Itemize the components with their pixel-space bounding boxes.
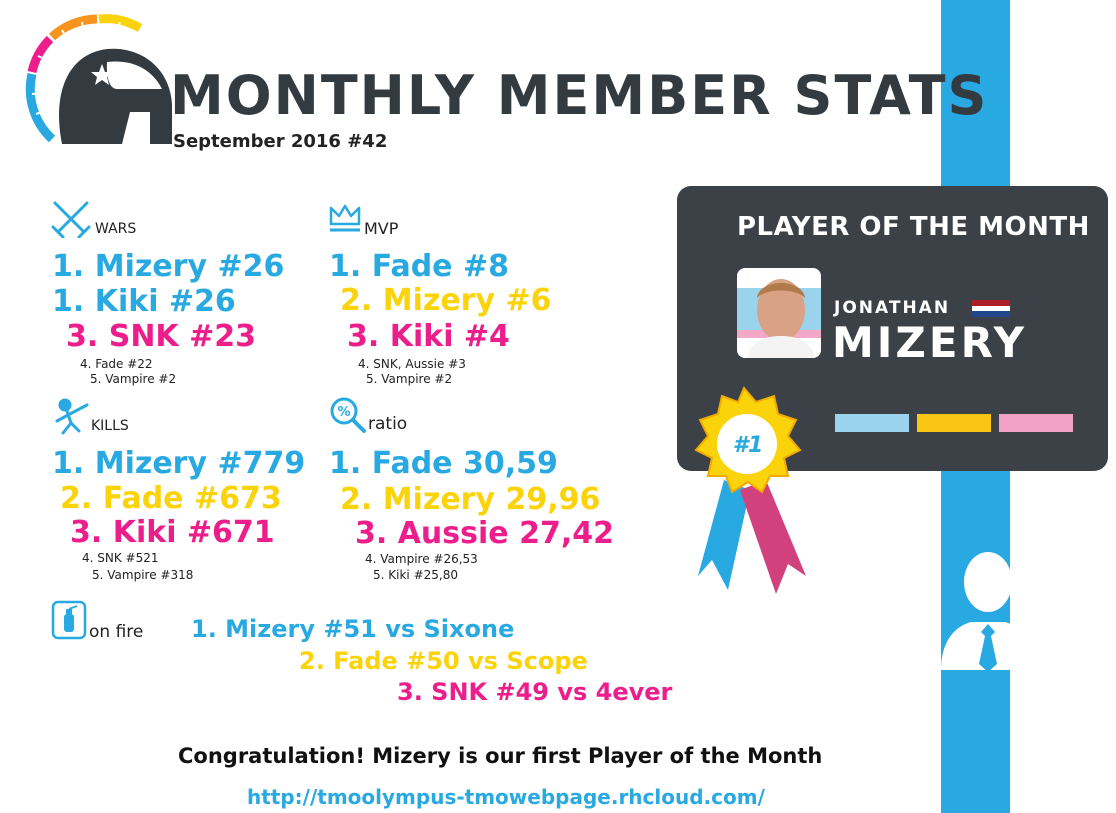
crown-icon	[329, 204, 361, 232]
on-fire-rank-3: 3. SNK #49 vs 4ever	[397, 678, 673, 706]
on-fire-label: on fire	[89, 622, 144, 642]
wars-rank-1: 1. Mizery #26	[52, 249, 285, 284]
svg-text:%: %	[337, 405, 350, 420]
card-color-bar-blue	[835, 414, 909, 432]
kills-rank-4: 4. SNK #521	[82, 551, 159, 565]
wars-label: WARS	[95, 221, 137, 237]
on-fire-rank-1: 1. Mizery #51 vs Sixone	[191, 615, 515, 643]
netherlands-flag-icon	[972, 300, 1010, 317]
medal-rosette	[694, 386, 806, 594]
mvp-rank-5: 5. Vampire #2	[366, 372, 453, 386]
mvp-rank-4: 4. SNK, Aussie #3	[358, 357, 466, 371]
player-avatar	[737, 268, 821, 358]
medal-rank-badge: #1	[732, 433, 764, 458]
ratio-rank-5: 5. Kiki #25,80	[373, 568, 458, 582]
user-silhouette-icon	[941, 552, 1010, 672]
card-color-bar-pink	[999, 414, 1073, 432]
kills-label: KILLS	[91, 418, 129, 434]
player-first-name: JONATHAN	[834, 298, 951, 318]
ratio-rank-4: 4. Vampire #26,53	[365, 552, 478, 566]
ratio-rank-1: 1. Fade 30,59	[329, 446, 558, 481]
mvp-label: MVP	[364, 219, 399, 238]
fire-extinguisher-icon	[51, 600, 87, 640]
on-fire-rank-2: 2. Fade #50 vs Scope	[299, 647, 588, 675]
congratulation-message: Congratulation! Mizery is our first Play…	[178, 744, 823, 768]
percent-search-icon: %	[330, 397, 366, 433]
wars-rank-5: 5. Vampire #2	[90, 372, 177, 386]
kills-rank-2: 2. Fade #673	[60, 481, 282, 516]
card-color-bar-yellow	[917, 414, 991, 432]
ratio-rank-3: 3. Aussie 27,42	[355, 516, 614, 551]
page-title: MONTHLY MEMBER STATS	[170, 64, 989, 127]
wars-rank-4: 4. Fade #22	[80, 357, 153, 371]
player-nickname: MIZERY	[832, 318, 1028, 367]
kills-icon	[55, 398, 89, 435]
wars-rank-1-tie: 1. Kiki #26	[52, 284, 236, 319]
kills-rank-1: 1. Mizery #779	[52, 446, 306, 481]
spartan-helmet-logo	[25, 14, 172, 144]
wars-rank-3: 3. SNK #23	[66, 319, 257, 354]
player-card-title: PLAYER OF THE MONTH	[737, 212, 1090, 242]
kills-rank-3: 3. Kiki #671	[70, 515, 275, 550]
ratio-rank-2: 2. Mizery 29,96	[340, 482, 601, 517]
kills-rank-5: 5. Vampire #318	[92, 568, 194, 582]
page-subtitle: September 2016 #42	[173, 131, 388, 152]
mvp-rank-1: 1. Fade #8	[329, 249, 509, 284]
ratio-label: ratio	[368, 414, 408, 434]
mvp-rank-2: 2. Mizery #6	[340, 283, 552, 318]
crossed-swords-icon	[51, 201, 91, 238]
website-link[interactable]: http://tmoolympus-tmowebpage.rhcloud.com…	[247, 785, 765, 809]
mvp-rank-3: 3. Kiki #4	[347, 319, 510, 354]
